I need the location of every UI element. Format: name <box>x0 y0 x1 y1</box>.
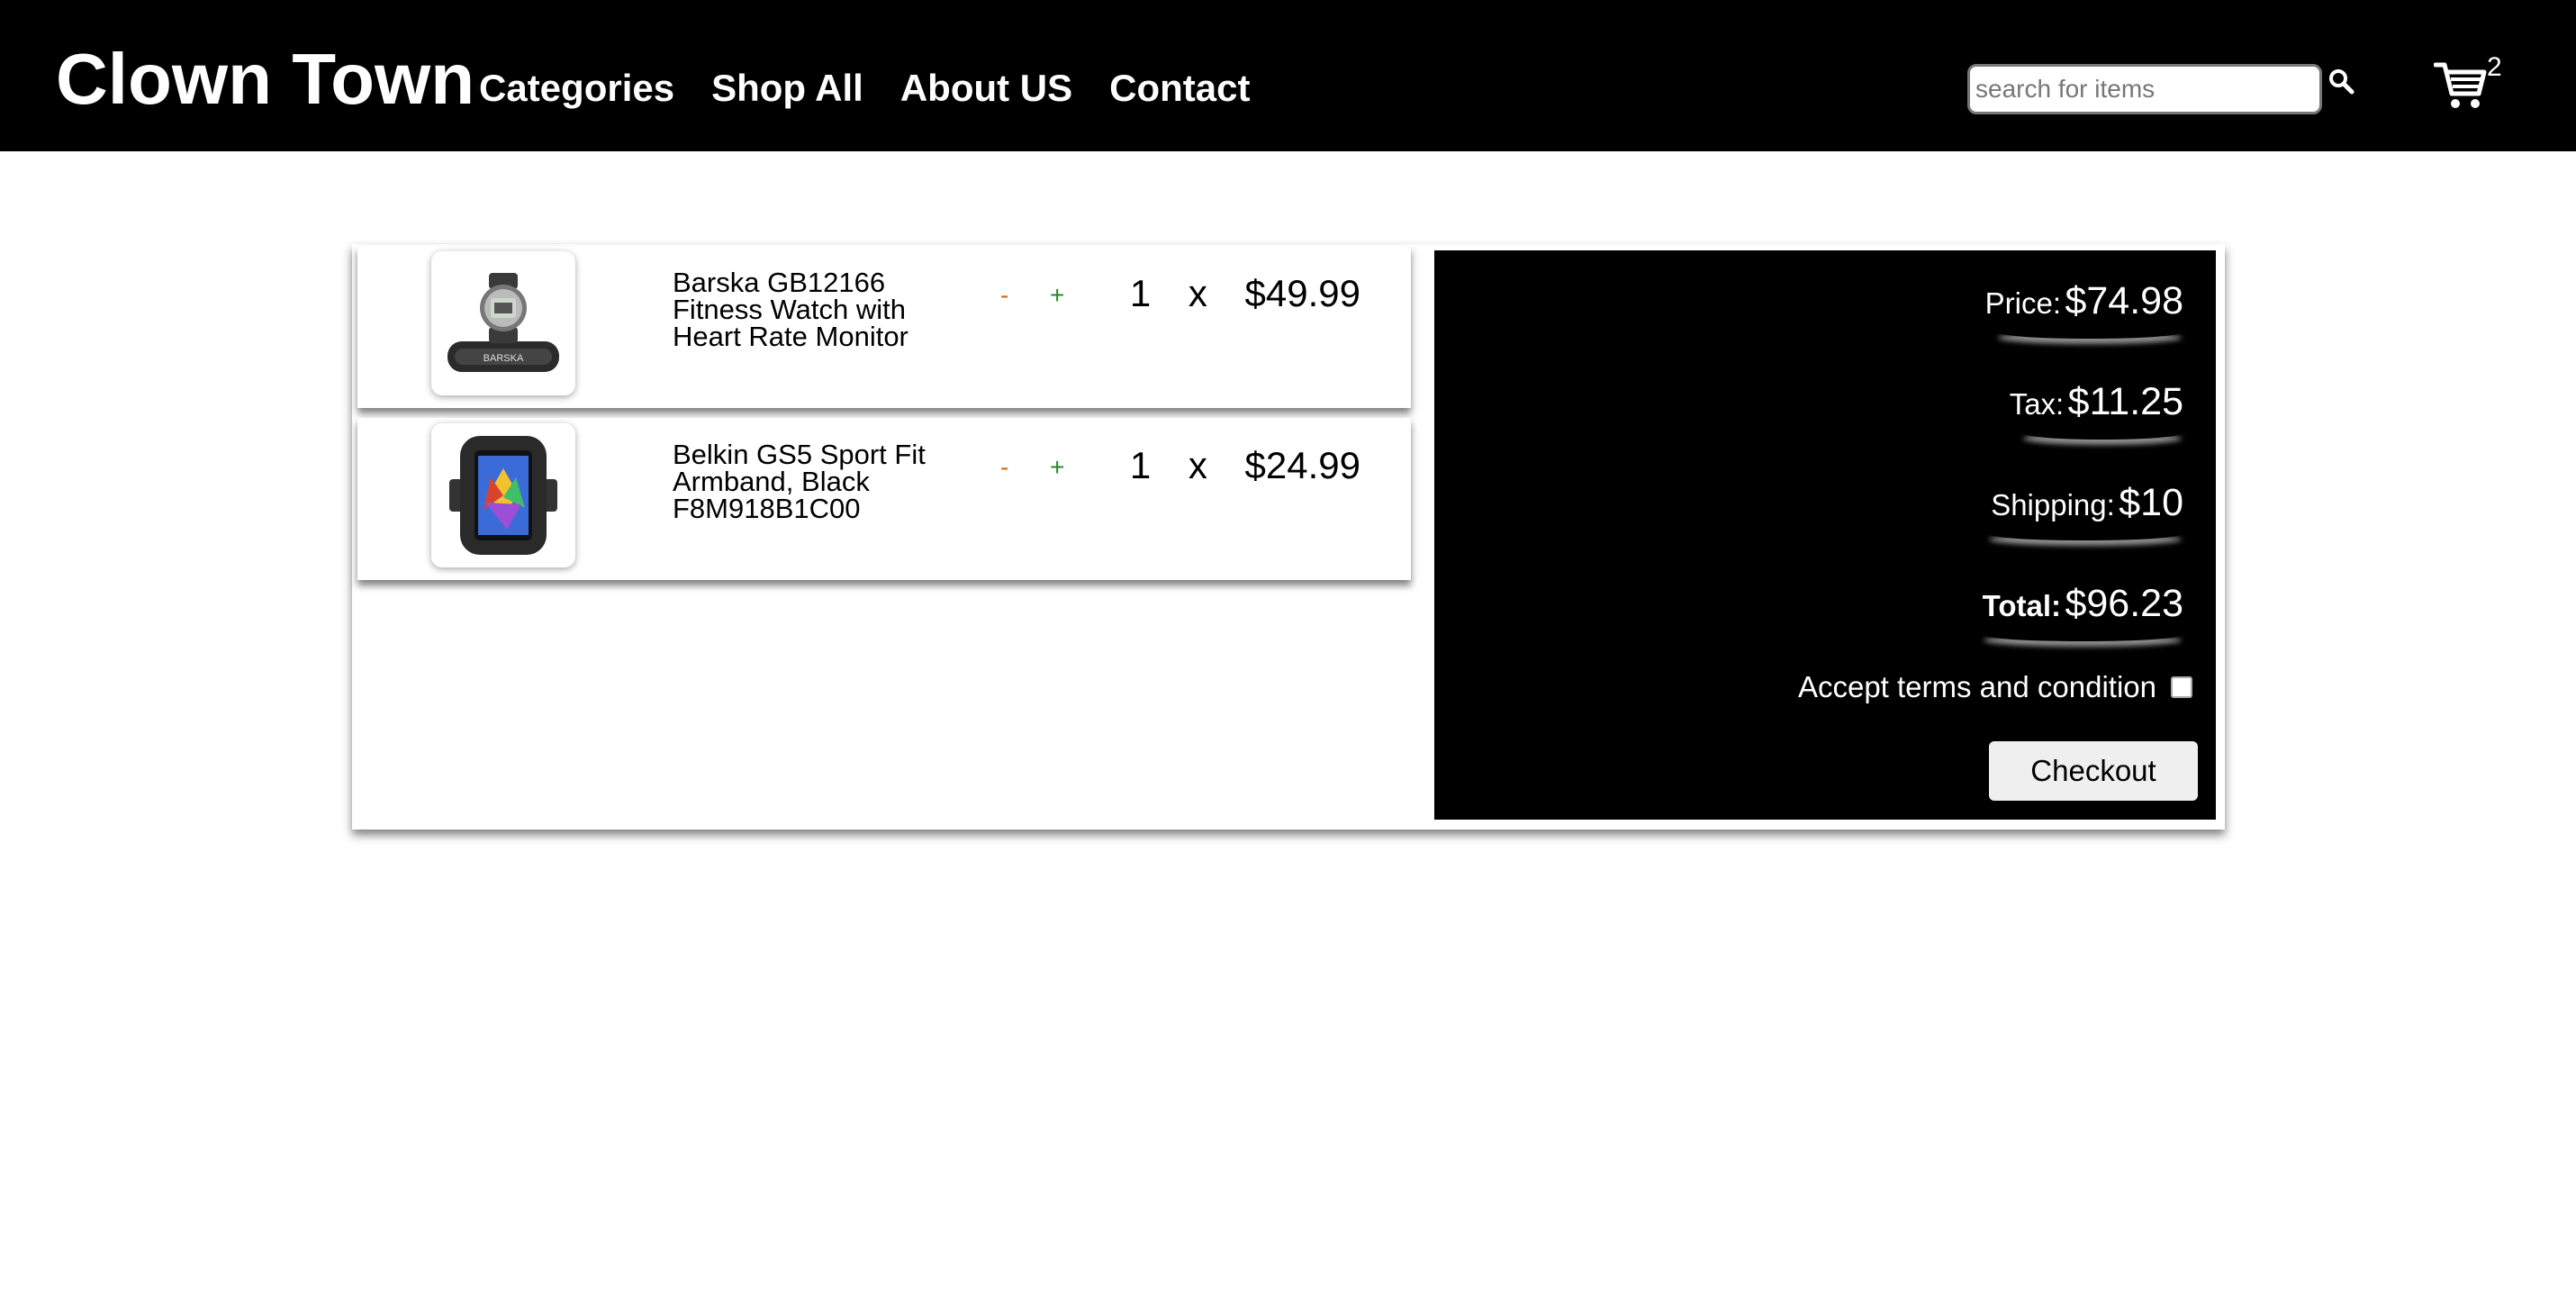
terms-label[interactable]: Accept terms and condition <box>1798 670 2156 704</box>
price-divider <box>1998 326 2182 339</box>
cart-item: Belkin GS5 Sport Fit Armband, Black F8M9… <box>357 418 1411 580</box>
item-quantity-price: 1 x $49.99 <box>1130 271 1360 316</box>
armband-image[interactable] <box>431 423 575 567</box>
item-name: Belkin GS5 Sport Fit Armband, Black F8M9… <box>673 439 926 524</box>
cart-icon[interactable] <box>2433 59 2488 110</box>
nav-contact[interactable]: Contact <box>1109 58 1250 119</box>
tax-divider <box>2023 427 2182 440</box>
top-navbar: Clown Town Categories Shop All About US … <box>0 0 2576 151</box>
search-icon[interactable] <box>2327 67 2357 97</box>
search-input[interactable] <box>1967 64 2322 114</box>
decrease-quantity-button[interactable]: - <box>1000 282 1008 309</box>
increase-quantity-button[interactable]: + <box>1050 282 1064 309</box>
cart-item: BARSKA Barska GB12166 Fitness Watch with… <box>357 246 1411 408</box>
decrease-quantity-button[interactable]: - <box>1000 454 1008 481</box>
nav-links: Categories Shop All About US Contact <box>479 58 1287 119</box>
shipping-label: Shipping: <box>1991 488 2115 521</box>
tax-row: Tax: $11.25 <box>2010 380 2183 424</box>
total-divider <box>1984 629 2182 641</box>
item-quantity: 1 <box>1129 272 1152 314</box>
fitness-watch-image[interactable]: BARSKA <box>431 251 575 395</box>
item-quantity: 1 <box>1129 444 1152 486</box>
price-label: Price: <box>1984 286 2062 320</box>
order-summary: Price: $74.98 Tax: $11.25 Shipping: $10 … <box>1434 250 2216 820</box>
shipping-row: Shipping: $10 <box>1991 481 2183 525</box>
terms-checkbox[interactable] <box>2171 676 2192 698</box>
checkout-button[interactable]: Checkout <box>1989 741 2198 801</box>
multiply-sign: x <box>1188 444 1207 486</box>
increase-quantity-button[interactable]: + <box>1050 454 1064 481</box>
multiply-sign: x <box>1188 272 1207 314</box>
total-value: $96.23 <box>2065 582 2183 625</box>
nav-about-us[interactable]: About US <box>900 58 1072 119</box>
item-name: Barska GB12166 Fitness Watch with Heart … <box>673 267 908 352</box>
item-price: $24.99 <box>1244 444 1360 486</box>
nav-shop-all[interactable]: Shop All <box>711 58 863 119</box>
shipping-value: $10 <box>2119 481 2183 524</box>
tax-value: $11.25 <box>2067 380 2183 423</box>
price-row: Price: $74.98 <box>1985 279 2183 323</box>
site-logo[interactable]: Clown Town <box>56 34 475 124</box>
nav-categories[interactable]: Categories <box>479 58 674 119</box>
item-price: $49.99 <box>1244 272 1360 314</box>
shipping-divider <box>1989 528 2182 540</box>
svg-text:BARSKA: BARSKA <box>484 353 524 364</box>
cart-panel: BARSKA Barska GB12166 Fitness Watch with… <box>352 244 2225 830</box>
total-label: Total: <box>1982 589 2062 622</box>
item-quantity-price: 1 x $24.99 <box>1130 443 1360 488</box>
tax-label: Tax: <box>2009 387 2065 421</box>
cart-count-badge: 2 <box>2487 52 2502 82</box>
terms-row: Accept terms and condition <box>1798 670 2192 704</box>
price-value: $74.98 <box>2065 279 2183 322</box>
total-row: Total: $96.23 <box>1983 582 2183 626</box>
